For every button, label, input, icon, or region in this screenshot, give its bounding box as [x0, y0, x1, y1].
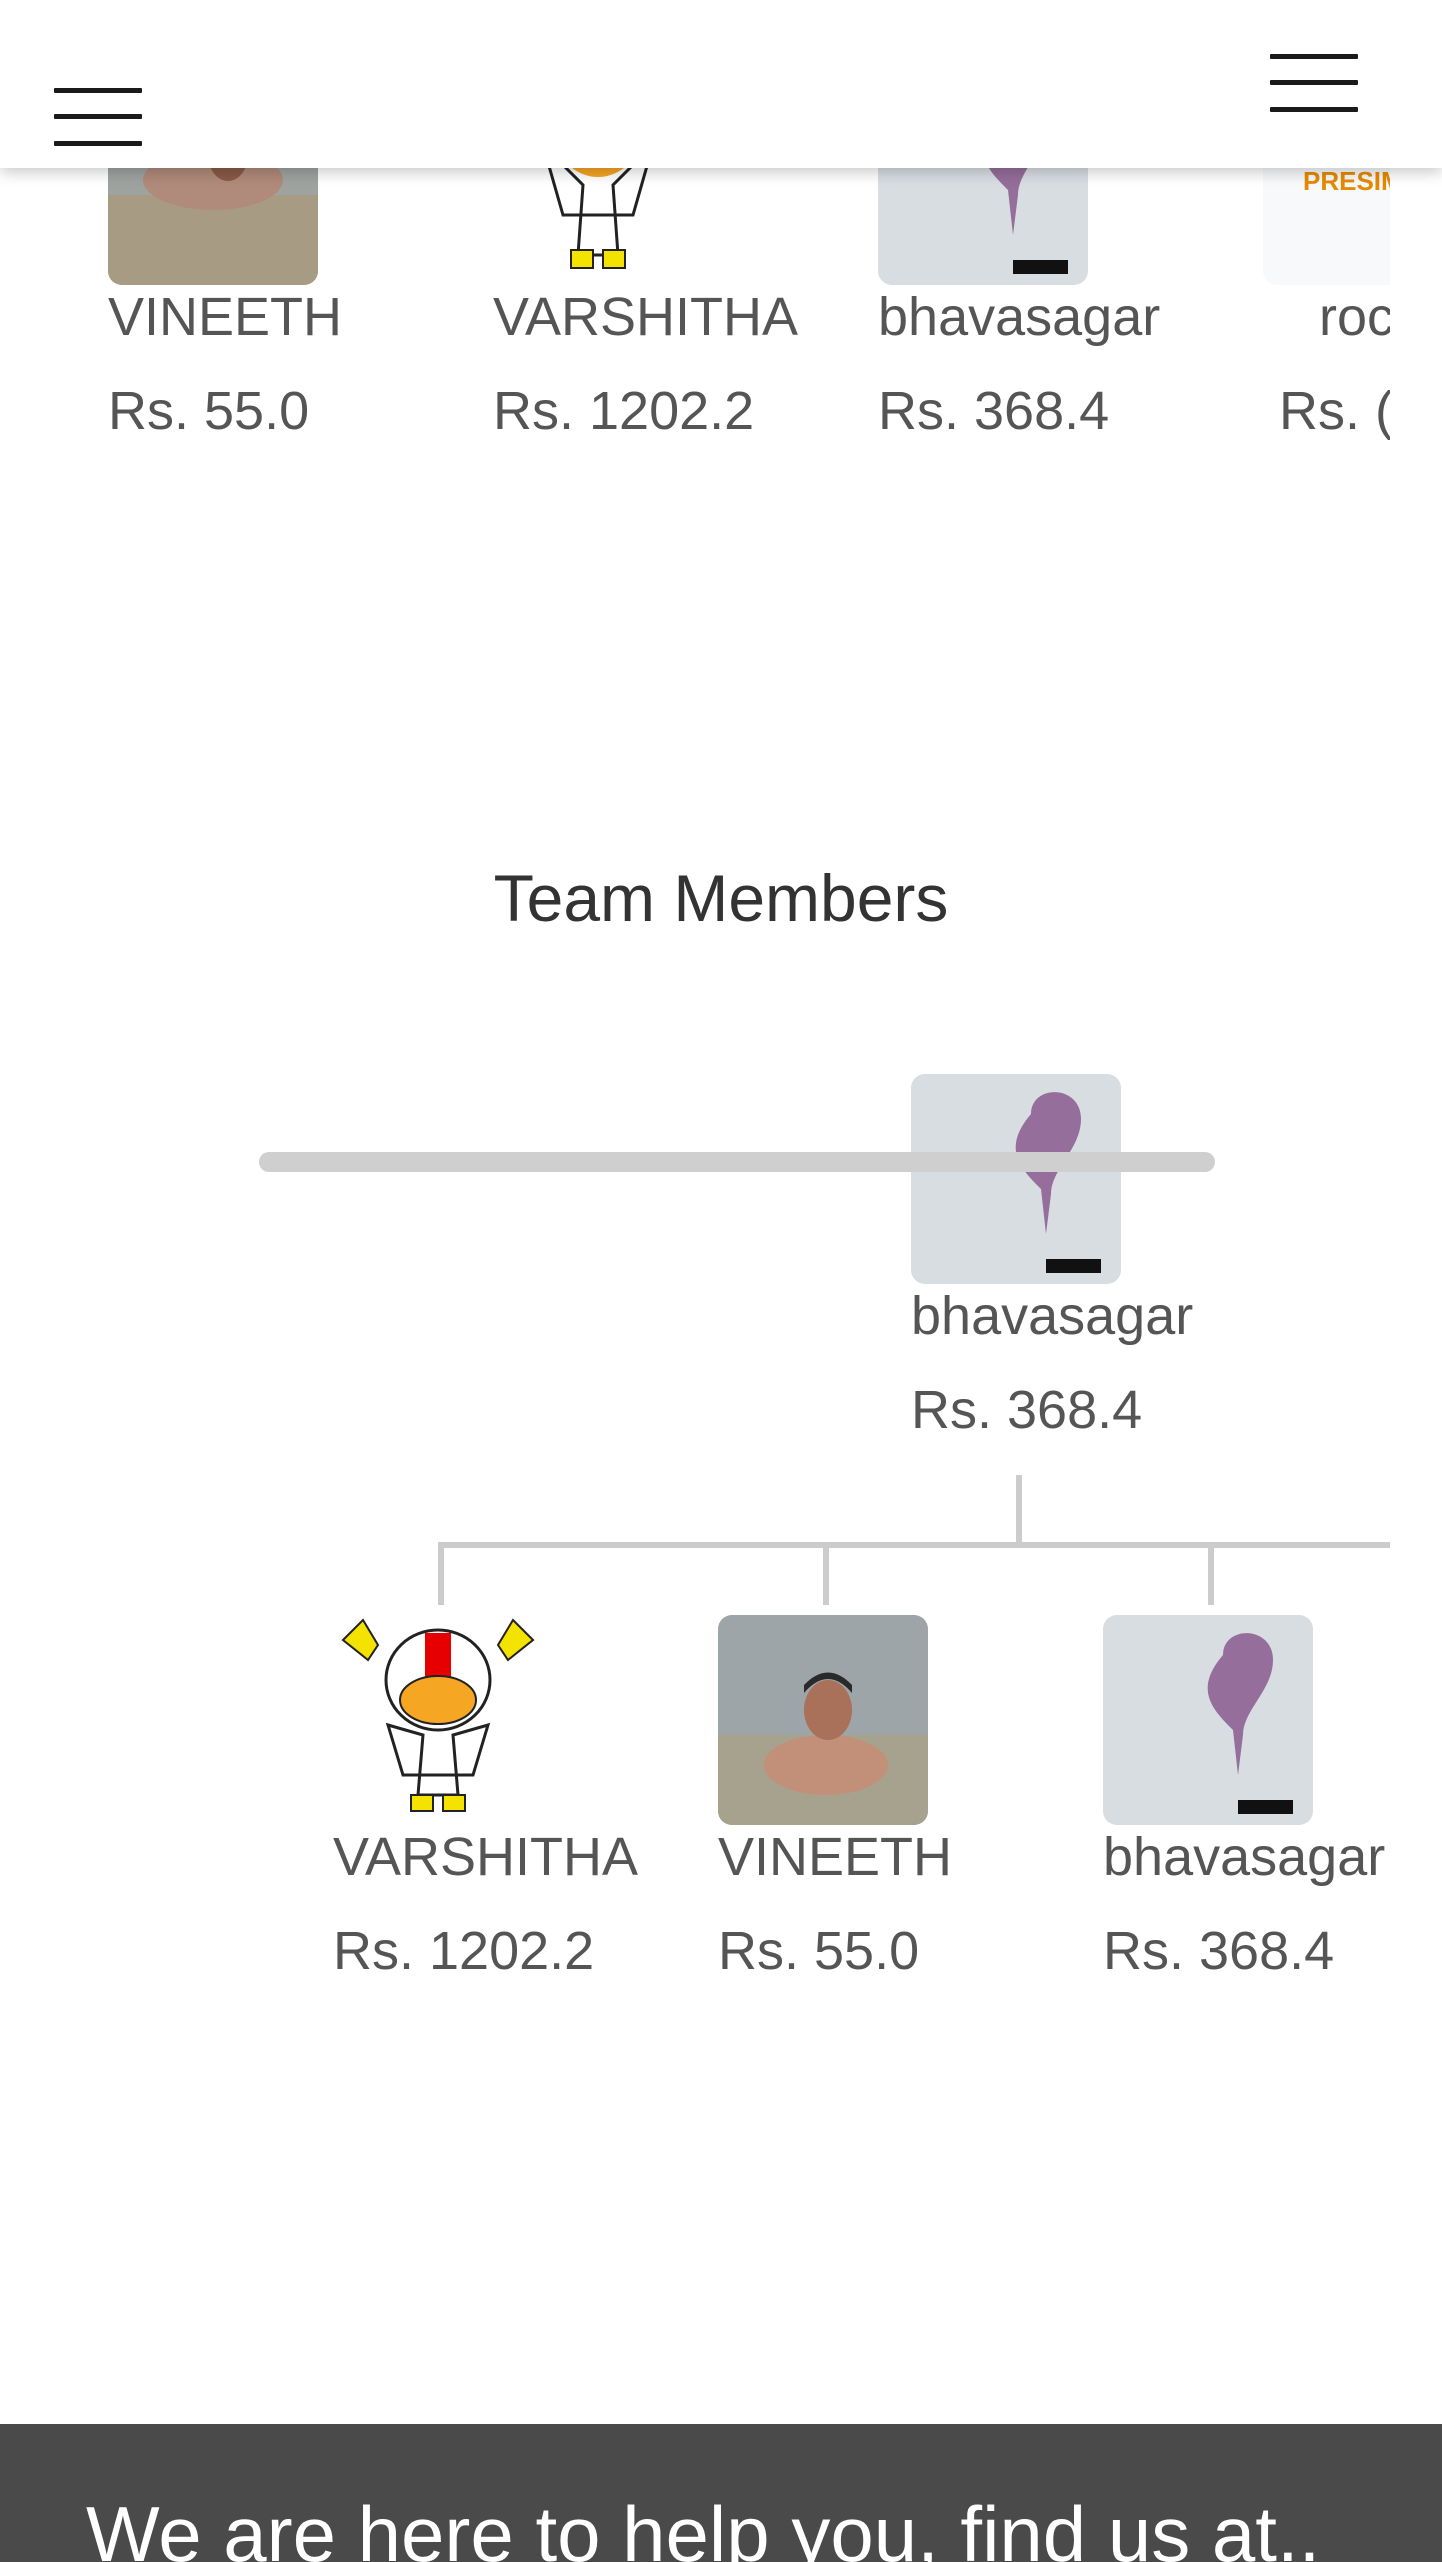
cartoon-avatar — [493, 150, 703, 285]
cartoon-avatar — [333, 1615, 543, 1825]
top-bar — [0, 0, 1442, 168]
member-name: roc — [1319, 287, 1390, 347]
member-card[interactable]: bhavasagar Rs. 368.4 — [878, 150, 1218, 443]
team-child-card[interactable]: VINEETH Rs. 55.0 — [718, 1615, 1058, 1983]
heart-graffiti-avatar — [1103, 1615, 1313, 1825]
presim-logo-text: PRESIM — [1303, 166, 1390, 196]
member-amount: Rs. 1202.2 — [493, 381, 755, 441]
member-card[interactable]: PRESIM roc Rs. ( — [1263, 150, 1390, 443]
footer: We are here to help you, find us at.. — [0, 2424, 1442, 2562]
menu-icon[interactable] — [54, 88, 142, 146]
member-amount: Rs. 368.4 — [911, 1380, 1143, 1440]
member-amount: Rs. ( — [1279, 381, 1390, 441]
presim-logo-avatar: PRESIM — [1263, 150, 1390, 285]
members-scroll-row[interactable]: VINEETH Rs. 55.0 VARSHITHA Rs. 1202.2 bh… — [108, 150, 1390, 470]
heart-graffiti-avatar — [878, 150, 1088, 285]
member-name: VARSHITHA — [493, 287, 799, 347]
member-name: bhavasagar — [911, 1286, 1194, 1346]
member-name: VARSHITHA — [333, 1827, 639, 1887]
member-name: bhavasagar — [878, 287, 1161, 347]
member-card[interactable]: VINEETH Rs. 55.0 — [108, 150, 448, 443]
member-name: VINEETH — [718, 1827, 953, 1887]
member-name: VINEETH — [108, 287, 343, 347]
member-amount: Rs. 368.4 — [878, 381, 1110, 441]
member-amount: Rs. 55.0 — [718, 1921, 920, 1981]
team-child-card[interactable]: bhavasagar Rs. 368.4 — [1103, 1615, 1390, 1983]
team-tree[interactable]: bhavasagar Rs. 368.4 VARSHITHA Rs. 1202.… — [0, 1060, 1390, 2020]
member-amount: Rs. 55.0 — [108, 381, 310, 441]
member-amount: Rs. 1202.2 — [333, 1921, 595, 1981]
horizontal-scrollbar[interactable] — [259, 1152, 1215, 1172]
team-child-card[interactable]: VARSHITHA Rs. 1202.2 — [333, 1615, 673, 1983]
team-root-card[interactable]: bhavasagar Rs. 368.4 — [911, 1074, 1251, 1442]
member-photo-avatar — [718, 1615, 928, 1825]
member-amount: Rs. 368.4 — [1103, 1921, 1335, 1981]
heart-graffiti-avatar — [911, 1074, 1121, 1284]
team-members-title: Team Members — [493, 861, 949, 935]
menu-icon[interactable] — [1270, 54, 1358, 112]
member-name: bhavasagar — [1103, 1827, 1386, 1887]
member-photo-avatar — [108, 150, 318, 285]
footer-text: We are here to help you, find us at.. — [86, 2490, 1321, 2562]
member-card[interactable]: VARSHITHA Rs. 1202.2 — [493, 150, 833, 443]
